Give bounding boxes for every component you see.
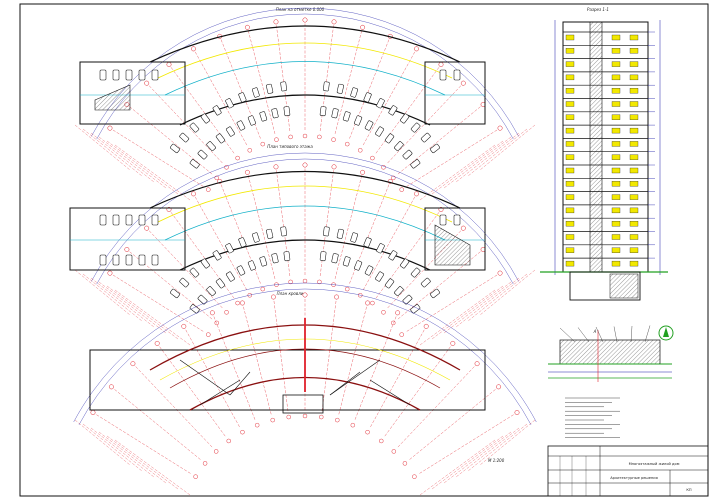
section-core xyxy=(589,21,603,273)
notes-list xyxy=(565,397,620,438)
plan-3: План кровли М 1:200 xyxy=(73,282,537,496)
plan-1-cars xyxy=(99,69,461,169)
section-title: Разрез 1-1 xyxy=(587,7,609,12)
section-floors xyxy=(563,31,655,267)
detail-node: А xyxy=(548,325,674,382)
section-1-1: Разрез 1-1 xyxy=(540,7,668,301)
scale-note: М 1:200 xyxy=(488,458,505,463)
plan-1-ramp xyxy=(94,84,131,111)
title-sheet-code: КП xyxy=(686,488,692,492)
drawing-sheet: План на отметке 0.000 План типового этаж… xyxy=(19,3,709,497)
plan-2-ramp xyxy=(434,224,471,266)
detail-callouts xyxy=(559,325,651,343)
plan-1-title: План на отметке 0.000 xyxy=(276,7,325,12)
plan-3-building xyxy=(89,318,486,414)
sheet-border xyxy=(19,3,709,497)
title-sheet-name: Архитектурные решения xyxy=(610,476,658,480)
plan-2-title: План типового этажа xyxy=(267,144,313,149)
title-project: Многоэтажный жилой дом xyxy=(629,462,680,466)
title-block: Многоэтажный жилой дом Архитектурные реш… xyxy=(547,445,709,497)
detail-mark: А xyxy=(593,329,597,334)
plan-3-title: План кровли xyxy=(277,291,304,296)
plan-2-cars xyxy=(99,214,461,314)
